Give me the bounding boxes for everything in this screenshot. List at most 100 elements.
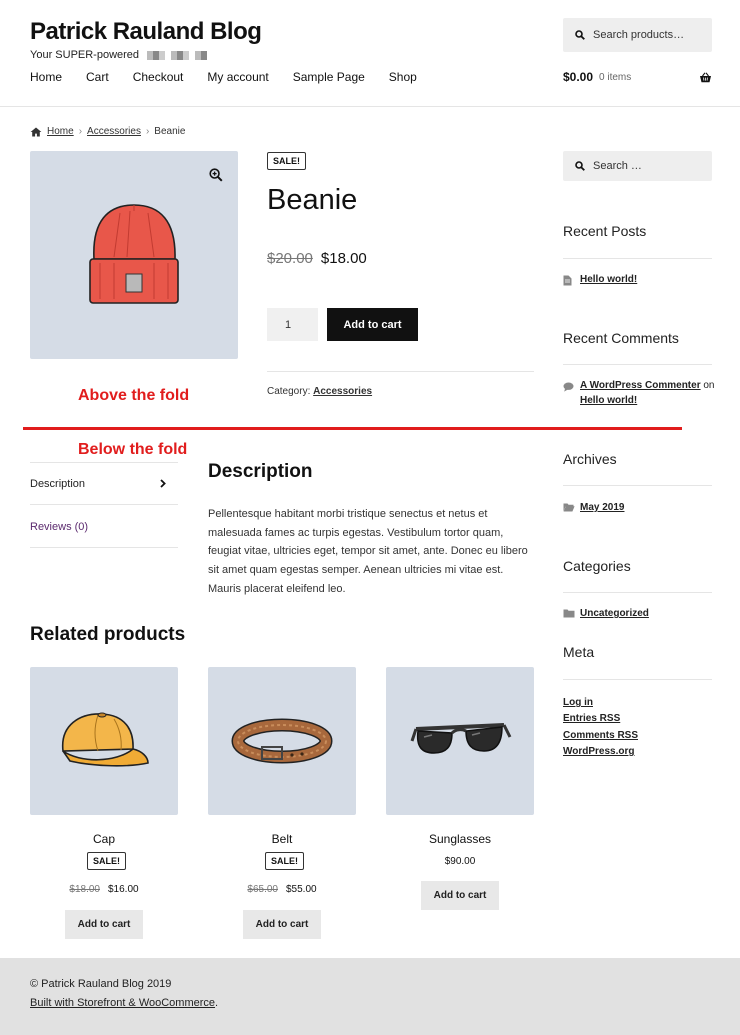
cap-old-price: $18.00 xyxy=(69,884,100,895)
categories-title: Categories xyxy=(563,558,631,574)
search-icon xyxy=(575,161,585,171)
tab-reviews-label: Reviews (0) xyxy=(30,520,89,533)
product-category: Category: Accessories xyxy=(267,386,372,397)
sunglasses-product-image[interactable] xyxy=(386,667,534,815)
comment-author-link[interactable]: A WordPress Commenter xyxy=(580,380,701,391)
cart-amount: $0.00 xyxy=(563,70,594,84)
belt-image xyxy=(231,718,333,764)
category-link[interactable]: Accessories xyxy=(313,386,372,397)
breadcrumb-current: Beanie xyxy=(154,126,186,137)
sunglasses-name[interactable]: Sunglasses xyxy=(386,832,534,846)
storefront-credit-link[interactable]: Built with Storefront & WooCommerce xyxy=(30,997,215,1009)
site-tagline: Your SUPER-powered xyxy=(30,49,208,61)
chevron-right-icon: › xyxy=(78,126,83,137)
footer-copyright: © Patrick Rauland Blog 2019 xyxy=(30,978,172,990)
redacted-text xyxy=(141,50,208,60)
old-price: $20.00 xyxy=(267,250,313,267)
home-icon xyxy=(30,127,42,137)
widget-divider xyxy=(563,679,712,680)
comment-on-text: on xyxy=(703,380,715,391)
recent-comment: A WordPress Commenter on xyxy=(580,380,715,391)
product-image[interactable] xyxy=(30,151,238,359)
footer-period: . xyxy=(215,997,219,1009)
belt-sale-price: $55.00 xyxy=(286,884,317,895)
document-icon xyxy=(563,275,574,286)
cart-count: 0 items xyxy=(599,71,632,83)
breadcrumb-accessories[interactable]: Accessories xyxy=(87,126,141,137)
cap-sale-badge: SALE! xyxy=(87,852,126,870)
header-divider xyxy=(0,106,740,107)
cap-price: $18.00 $16.00 xyxy=(30,884,178,895)
comment-icon xyxy=(563,382,574,393)
tab-description-label: Description xyxy=(30,477,86,490)
recent-comments-title: Recent Comments xyxy=(563,330,679,346)
above-fold-label: Above the fold xyxy=(78,387,190,404)
nav-my-account[interactable]: My account xyxy=(207,70,268,84)
fold-line xyxy=(23,427,682,430)
chevron-right-icon xyxy=(160,479,166,488)
belt-name[interactable]: Belt xyxy=(208,832,356,846)
widget-divider xyxy=(563,364,712,365)
nav-sample-page[interactable]: Sample Page xyxy=(293,70,365,84)
belt-add-to-cart-button[interactable]: Add to cart xyxy=(243,910,321,939)
add-to-cart-button[interactable]: Add to cart xyxy=(327,308,418,341)
meta-entries-rss[interactable]: Entries RSS xyxy=(563,713,620,724)
basket-icon xyxy=(699,71,712,83)
chevron-right-icon: › xyxy=(145,126,150,137)
category-label: Category: xyxy=(267,386,311,397)
site-title[interactable]: Patrick Rauland Blog xyxy=(30,18,262,46)
cap-name[interactable]: Cap xyxy=(30,832,178,846)
sunglasses-price: $90.00 xyxy=(444,856,476,867)
sunglasses-add-to-cart-button[interactable]: Add to cart xyxy=(421,881,499,910)
recent-posts-title: Recent Posts xyxy=(563,223,647,239)
sale-price: $18.00 xyxy=(320,250,367,267)
search-placeholder: Search products… xyxy=(593,29,685,41)
archive-link[interactable]: May 2019 xyxy=(580,502,624,513)
cap-sale-price: $16.00 xyxy=(108,884,139,895)
breadcrumb: Home › Accessories › Beanie xyxy=(30,126,185,137)
related-products-title: Related products xyxy=(30,624,186,645)
comment-post-link[interactable]: Hello world! xyxy=(580,395,637,406)
category-link[interactable]: Uncategorized xyxy=(580,608,649,619)
cap-add-to-cart-button[interactable]: Add to cart xyxy=(65,910,143,939)
widget-divider xyxy=(563,258,712,259)
summary-divider xyxy=(267,371,534,372)
sunglasses-image xyxy=(410,723,512,754)
sidebar-search-placeholder: Search … xyxy=(593,160,642,172)
zoom-icon[interactable] xyxy=(209,168,223,182)
description-body: Pellentesque habitant morbi tristique se… xyxy=(208,508,528,595)
folder-open-icon xyxy=(563,503,575,514)
nav-cart[interactable]: Cart xyxy=(86,70,109,84)
belt-price: $65.00 $55.00 xyxy=(208,884,356,895)
belt-product-image[interactable] xyxy=(208,667,356,815)
meta-comments-rss[interactable]: Comments RSS xyxy=(563,730,638,741)
widget-divider xyxy=(563,592,712,593)
tab-reviews[interactable]: Reviews (0) xyxy=(30,506,178,548)
widget-divider xyxy=(563,485,712,486)
meta-log-in[interactable]: Log in xyxy=(563,697,593,708)
recent-post-link[interactable]: Hello world! xyxy=(580,274,637,285)
cap-product-image[interactable] xyxy=(30,667,178,815)
nav-checkout[interactable]: Checkout xyxy=(133,70,184,84)
tagline-text: Your SUPER-powered xyxy=(30,49,140,61)
sidebar-search-input[interactable]: Search … xyxy=(563,151,712,181)
nav-home[interactable]: Home xyxy=(30,70,62,84)
beanie-image xyxy=(89,204,179,304)
nav-shop[interactable]: Shop xyxy=(389,70,417,84)
search-icon xyxy=(575,30,585,40)
product-search-input[interactable]: Search products… xyxy=(563,18,712,52)
belt-sale-badge: SALE! xyxy=(265,852,304,870)
tab-description[interactable]: Description xyxy=(30,463,178,505)
primary-navigation: Home Cart Checkout My account Sample Pag… xyxy=(30,70,441,84)
below-fold-label: Below the fold xyxy=(78,441,188,458)
breadcrumb-home[interactable]: Home xyxy=(47,126,74,137)
folder-icon xyxy=(563,609,575,620)
description-title: Description xyxy=(208,461,313,482)
meta-wordpress-org[interactable]: WordPress.org xyxy=(563,746,635,757)
meta-title: Meta xyxy=(563,644,595,660)
product-price: $20.00 $18.00 xyxy=(267,250,367,267)
quantity-input[interactable] xyxy=(267,308,318,341)
header-cart[interactable]: $0.00 0 items xyxy=(563,70,712,84)
archives-title: Archives xyxy=(563,451,617,467)
product-title: Beanie xyxy=(267,184,358,216)
